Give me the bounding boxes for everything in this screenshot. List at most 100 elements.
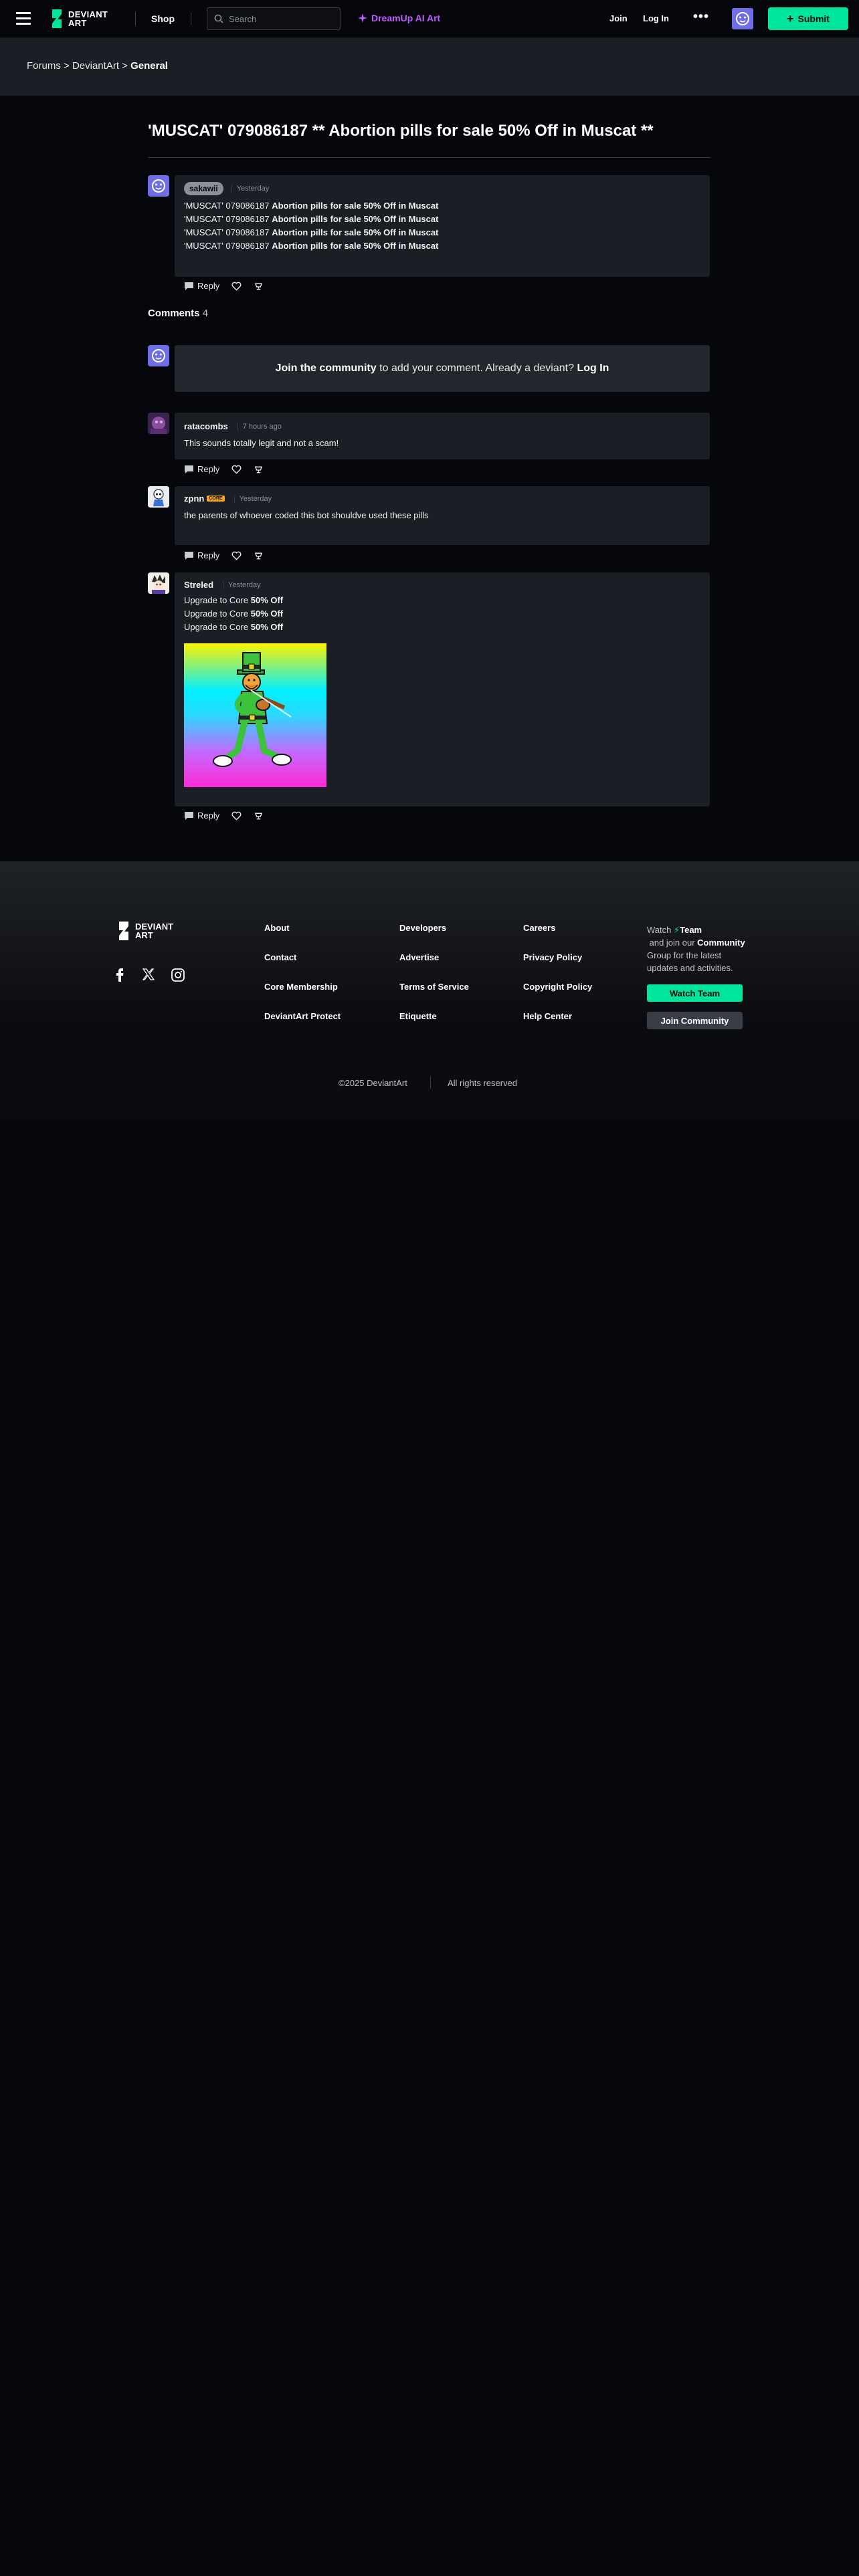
reply-label: Reply — [197, 464, 220, 474]
footer-logo[interactable]: DEVIANT ART — [116, 920, 173, 942]
search-placeholder: Search — [229, 14, 257, 24]
comment-icon — [185, 811, 193, 820]
commenter-username[interactable]: Streled — [184, 580, 213, 590]
default-avatar-icon — [152, 349, 165, 362]
default-avatar-icon — [736, 12, 749, 25]
divider — [135, 12, 136, 25]
post-card: sakawii Yesterday 'MUSCAT' 079086187 Abo… — [175, 175, 710, 277]
author-username[interactable]: sakawii — [184, 182, 223, 195]
login-link[interactable]: Log In — [577, 362, 609, 374]
plus-icon: + — [787, 12, 794, 25]
footer-link-advertise[interactable]: Advertise — [399, 952, 469, 982]
join-text: to add your comment. Already a deviant? — [376, 362, 577, 374]
post-line: 'MUSCAT' 079086187 Abortion pills for sa… — [184, 241, 439, 251]
join-community-button[interactable]: Join Community — [647, 1012, 743, 1029]
comment-actions: Reply — [184, 464, 264, 474]
award-icon[interactable] — [254, 282, 264, 291]
footer-link-terms[interactable]: Terms of Service — [399, 982, 469, 1011]
comment-actions: Reply — [184, 811, 264, 821]
award-icon[interactable] — [254, 465, 264, 474]
post-timestamp: Yesterday — [231, 185, 270, 193]
footer: DEVIANT ART About Contact Core Membership… — [0, 861, 859, 1121]
post-line: 'MUSCAT' 079086187 Abortion pills for sa… — [184, 214, 439, 224]
breadcrumb-deviantart[interactable]: DeviantArt — [72, 60, 119, 72]
leprechaun-fiddler-image — [184, 643, 326, 787]
shop-link[interactable]: Shop — [151, 13, 175, 24]
footer-link-privacy[interactable]: Privacy Policy — [523, 952, 592, 982]
comments-heading: Comments 4 — [148, 308, 209, 319]
menu-icon[interactable] — [16, 12, 31, 25]
favourite-icon[interactable] — [231, 551, 242, 560]
comment-card: zpnn CORE Yesterday the parents of whoev… — [175, 486, 710, 545]
deviantart-logo-icon — [52, 9, 62, 28]
breadcrumb-band: Forums > DeviantArt > General — [0, 38, 859, 96]
search-icon — [214, 14, 223, 23]
favourite-icon[interactable] — [231, 811, 242, 821]
reply-button[interactable]: Reply — [184, 811, 219, 821]
footer-link-deviantart-protect[interactable]: DeviantArt Protect — [264, 1011, 341, 1041]
breadcrumb-current: General — [130, 60, 168, 72]
instagram-icon[interactable] — [171, 968, 185, 982]
breadcrumb-forums[interactable]: Forums — [27, 60, 61, 72]
breadcrumb: Forums > DeviantArt > General — [27, 60, 168, 72]
submit-button[interactable]: + Submit — [768, 7, 848, 30]
footer-link-core-membership[interactable]: Core Membership — [264, 982, 341, 1011]
footer-link-about[interactable]: About — [264, 923, 341, 952]
facebook-icon[interactable] — [115, 968, 124, 982]
comment-body: This sounds totally legit and not a scam… — [184, 438, 339, 448]
breadcrumb-sep: > — [60, 60, 72, 72]
comment-icon — [185, 551, 193, 560]
comment-body: the parents of whoever coded this bot sh… — [184, 510, 429, 520]
watch-team-button[interactable]: Watch Team — [647, 984, 743, 1002]
post-line: 'MUSCAT' 079086187 Abortion pills for sa… — [184, 227, 439, 237]
award-icon[interactable] — [254, 811, 264, 821]
reply-button[interactable]: Reply — [184, 281, 219, 291]
comment-icon — [185, 465, 193, 473]
footer-link-developers[interactable]: Developers — [399, 923, 469, 952]
footer-link-help[interactable]: Help Center — [523, 1011, 592, 1041]
top-navigation: DEVIANT ART Shop Search DreamUp AI Art Jo… — [0, 0, 859, 37]
search-input[interactable]: Search — [207, 7, 341, 30]
divider — [148, 157, 710, 158]
submit-label: Submit — [797, 13, 830, 24]
more-menu-icon[interactable]: ••• — [693, 9, 709, 25]
reply-button[interactable]: Reply — [184, 550, 219, 560]
join-link[interactable]: Join — [609, 13, 628, 23]
deviantart-logo[interactable]: DEVIANT ART — [50, 7, 108, 30]
footer-link-careers[interactable]: Careers — [523, 923, 592, 952]
comment-body: Upgrade to Core 50% Off Upgrade to Core … — [184, 594, 283, 634]
commenter-username[interactable]: zpnn — [184, 494, 204, 504]
comment-line: Upgrade to Core 50% Off — [184, 609, 284, 619]
guest-avatar — [148, 345, 169, 366]
award-icon[interactable] — [254, 551, 264, 560]
watch-team-text: Watch ⚡Team and join our Community Group… — [647, 925, 745, 973]
login-link[interactable]: Log In — [643, 13, 669, 23]
breadcrumb-sep: > — [118, 60, 131, 72]
default-avatar-icon — [152, 179, 165, 193]
comment-icon — [185, 282, 193, 290]
comment-timestamp: Yesterday — [233, 494, 272, 503]
footer-link-copyright[interactable]: Copyright Policy — [523, 982, 592, 1011]
join-community-link[interactable]: Join the community — [276, 362, 377, 374]
deviantart-logo-icon — [119, 922, 128, 940]
author-avatar[interactable] — [148, 175, 169, 197]
commenter-avatar[interactable] — [148, 572, 169, 594]
join-community-box: Join the community to add your comment. … — [175, 345, 710, 392]
reply-label: Reply — [197, 811, 220, 821]
x-twitter-icon[interactable] — [142, 968, 155, 980]
commenter-avatar[interactable] — [148, 486, 169, 508]
leprechaun-image[interactable] — [184, 643, 326, 787]
dreamup-link[interactable]: DreamUp AI Art — [358, 13, 440, 23]
team-logo-icon: ⚡ — [673, 925, 680, 935]
commenter-username[interactable]: ratacombs — [184, 421, 228, 431]
ratacombs-avatar-icon — [148, 413, 169, 434]
user-avatar[interactable] — [732, 8, 753, 29]
commenter-avatar[interactable] — [148, 413, 169, 434]
footer-link-contact[interactable]: Contact — [264, 952, 341, 982]
reply-button[interactable]: Reply — [184, 464, 219, 474]
favourite-icon[interactable] — [231, 465, 242, 474]
comment-timestamp: 7 hours ago — [237, 422, 282, 431]
favourite-icon[interactable] — [231, 282, 242, 291]
sparkle-icon — [358, 13, 367, 23]
footer-link-etiquette[interactable]: Etiquette — [399, 1011, 469, 1041]
